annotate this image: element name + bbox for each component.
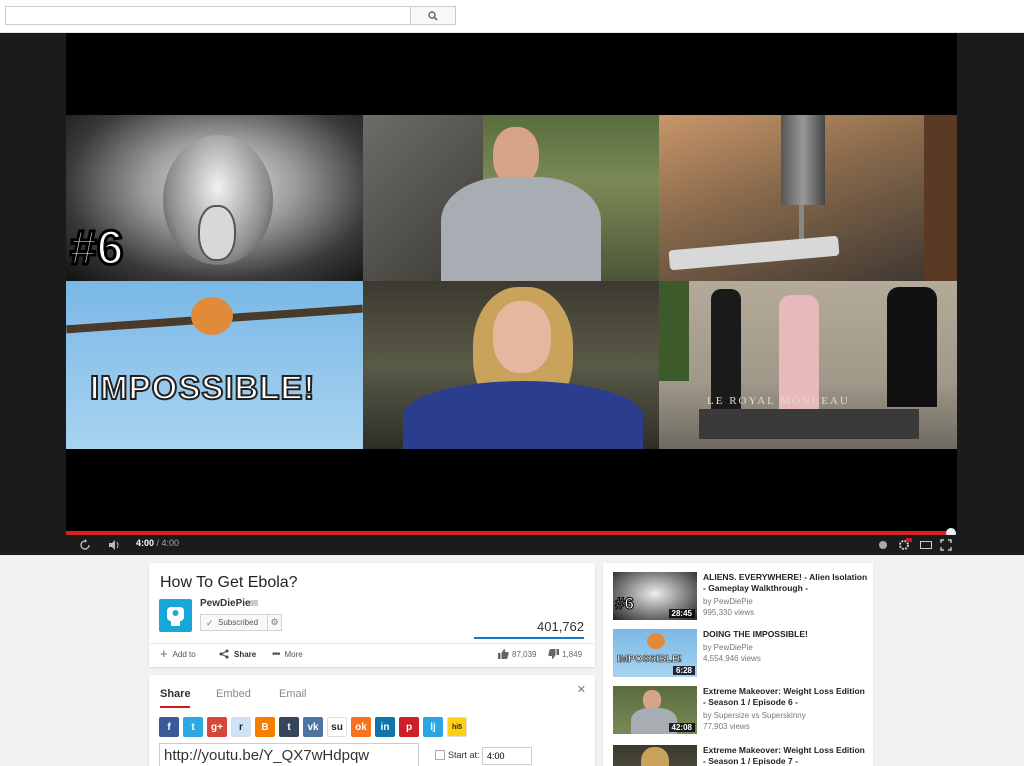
livejournal-icon[interactable]: lj: [423, 717, 443, 737]
plus-icon: +: [160, 646, 168, 661]
google-plus-icon[interactable]: g+: [207, 717, 227, 737]
subscribed-button[interactable]: ✓ Subscribed: [200, 614, 268, 631]
related-title: Extreme Makeover: Weight Loss Edition - …: [703, 745, 865, 766]
impossible-label: IMPOSSIBLE!: [89, 368, 316, 407]
add-to-button[interactable]: + Add to: [160, 646, 196, 661]
related-title: ALIENS. EVERYWHERE! - Alien Isolation - …: [703, 572, 868, 593]
twitter-icon[interactable]: t: [183, 717, 203, 737]
video-player[interactable]: #6 IMPOSSIBLE! LE ROYAL MONCEAU: [66, 33, 957, 531]
time-display: 4:00 / 4:00: [136, 538, 179, 548]
more-label: More: [284, 650, 303, 659]
related-item[interactable]: IMPOSSIBLE! 6:28 DOING THE IMPOSSIBLE! b…: [603, 629, 873, 679]
tumblr-icon[interactable]: t: [279, 717, 299, 737]
video-still-cat: IMPOSSIBLE!: [66, 281, 363, 449]
start-at-checkbox[interactable]: [435, 750, 445, 760]
related-thumbnail: 42:08: [613, 686, 697, 734]
volume-icon[interactable]: [108, 539, 122, 554]
dislike-count: 1,849: [562, 649, 583, 659]
reddit-icon[interactable]: r: [231, 717, 251, 737]
tab-email[interactable]: Email: [279, 688, 307, 700]
close-icon[interactable]: ✕: [577, 683, 586, 696]
replay-icon[interactable]: [79, 539, 91, 554]
blogger-icon[interactable]: B: [255, 717, 275, 737]
related-channel: by PewDiePie: [703, 643, 753, 652]
search-button[interactable]: [410, 6, 456, 25]
more-button[interactable]: ••• More: [272, 649, 303, 660]
linkedin-icon[interactable]: in: [375, 717, 395, 737]
share-label: Share: [234, 649, 257, 659]
annotations-icon[interactable]: [879, 541, 887, 549]
video-still-face: #6: [66, 115, 363, 281]
related-item[interactable]: 42:08 Extreme Makeover: Weight Loss Edit…: [603, 686, 873, 736]
active-tab-indicator: [160, 706, 190, 708]
current-time: 4:00: [136, 538, 155, 548]
dislike-button[interactable]: 1,849: [548, 649, 582, 659]
search-icon: [428, 10, 438, 21]
share-panel: Share Embed Email ✕ f t g+ r Bt vk su ok in p lj hi…: [149, 675, 595, 766]
video-title: How To Get Ebola?: [160, 574, 298, 591]
start-at-field[interactable]: [482, 747, 532, 765]
stumbleupon-icon[interactable]: su: [327, 717, 347, 737]
duration-badge: 42:08: [668, 723, 695, 732]
video-info-card: How To Get Ebola? PewDiePie ✓ Subscribed…: [149, 563, 595, 667]
theater-mode-icon[interactable]: [920, 541, 932, 549]
building-sign: LE ROYAL MONCEAU: [707, 395, 850, 407]
video-still-man: [363, 115, 659, 281]
pinterest-icon[interactable]: p: [399, 717, 419, 737]
search-input[interactable]: [5, 6, 411, 25]
related-thumbnail: [613, 745, 697, 766]
related-thumbnail: #6 28:45: [613, 572, 697, 620]
related-item[interactable]: Extreme Makeover: Weight Loss Edition - …: [603, 745, 873, 766]
related-thumb-text: IMPOSSIBLE!: [617, 654, 683, 666]
related-views: 77,903 views: [703, 722, 750, 731]
like-button[interactable]: 87,039: [498, 649, 536, 659]
add-to-label: Add to: [172, 649, 196, 659]
tab-share[interactable]: Share: [160, 688, 191, 700]
related-channel: by PewDiePie: [703, 597, 753, 606]
video-still-street: LE ROYAL MONCEAU: [659, 281, 957, 449]
hi5-icon[interactable]: hi5: [447, 717, 467, 737]
card-divider: [149, 643, 595, 644]
video-still-woman: [363, 281, 659, 449]
subscription-settings-button[interactable]: ⚙: [267, 614, 282, 631]
player-controls: 4:00 / 4:00: [66, 535, 957, 555]
like-count: 87,039: [512, 649, 537, 659]
related-videos: #6 28:45 ALIENS. EVERYWHERE! - Alien Iso…: [603, 563, 873, 766]
share-url-field[interactable]: [159, 743, 419, 766]
odnoklassniki-icon[interactable]: ok: [351, 717, 371, 737]
start-at-label: Start at:: [448, 750, 480, 760]
share-button[interactable]: Share: [219, 649, 256, 659]
related-item[interactable]: #6 28:45 ALIENS. EVERYWHERE! - Alien Iso…: [603, 572, 873, 622]
view-count: 401,762: [537, 619, 584, 634]
fullscreen-icon[interactable]: [940, 539, 952, 554]
related-thumb-text: #6: [615, 594, 635, 614]
duration-badge: 6:28: [672, 666, 695, 675]
duration: / 4:00: [156, 538, 180, 548]
related-views: 4,554,946 views: [703, 654, 761, 663]
vk-icon[interactable]: vk: [303, 717, 323, 737]
check-icon: ✓: [206, 618, 214, 628]
channel-name[interactable]: PewDiePie: [200, 598, 251, 609]
related-channel: by Supersize vs Superskinny: [703, 711, 806, 720]
video-still-drill: [659, 115, 957, 281]
hash6-label: #6: [68, 221, 124, 277]
top-bar: [0, 0, 1024, 33]
settings-icon[interactable]: [898, 538, 912, 554]
related-thumbnail: IMPOSSIBLE! 6:28: [613, 629, 697, 677]
related-views: 995,330 views: [703, 608, 755, 617]
sentiment-bar: [474, 637, 584, 639]
channel-avatar[interactable]: [159, 599, 192, 632]
related-title: Extreme Makeover: Weight Loss Edition - …: [703, 686, 865, 707]
subscribed-label: Subscribed: [218, 618, 259, 627]
tab-embed[interactable]: Embed: [216, 688, 251, 700]
facebook-icon[interactable]: f: [159, 717, 179, 737]
thumbs-down-icon: [548, 649, 559, 659]
duration-badge: 28:45: [668, 609, 695, 618]
related-title: DOING THE IMPOSSIBLE!: [703, 629, 808, 639]
channel-badge-icon: [250, 600, 258, 606]
share-icon: [219, 649, 229, 659]
gear-icon: ⚙: [270, 617, 279, 627]
thumbs-up-icon: [498, 649, 509, 659]
more-icon: •••: [272, 649, 280, 660]
